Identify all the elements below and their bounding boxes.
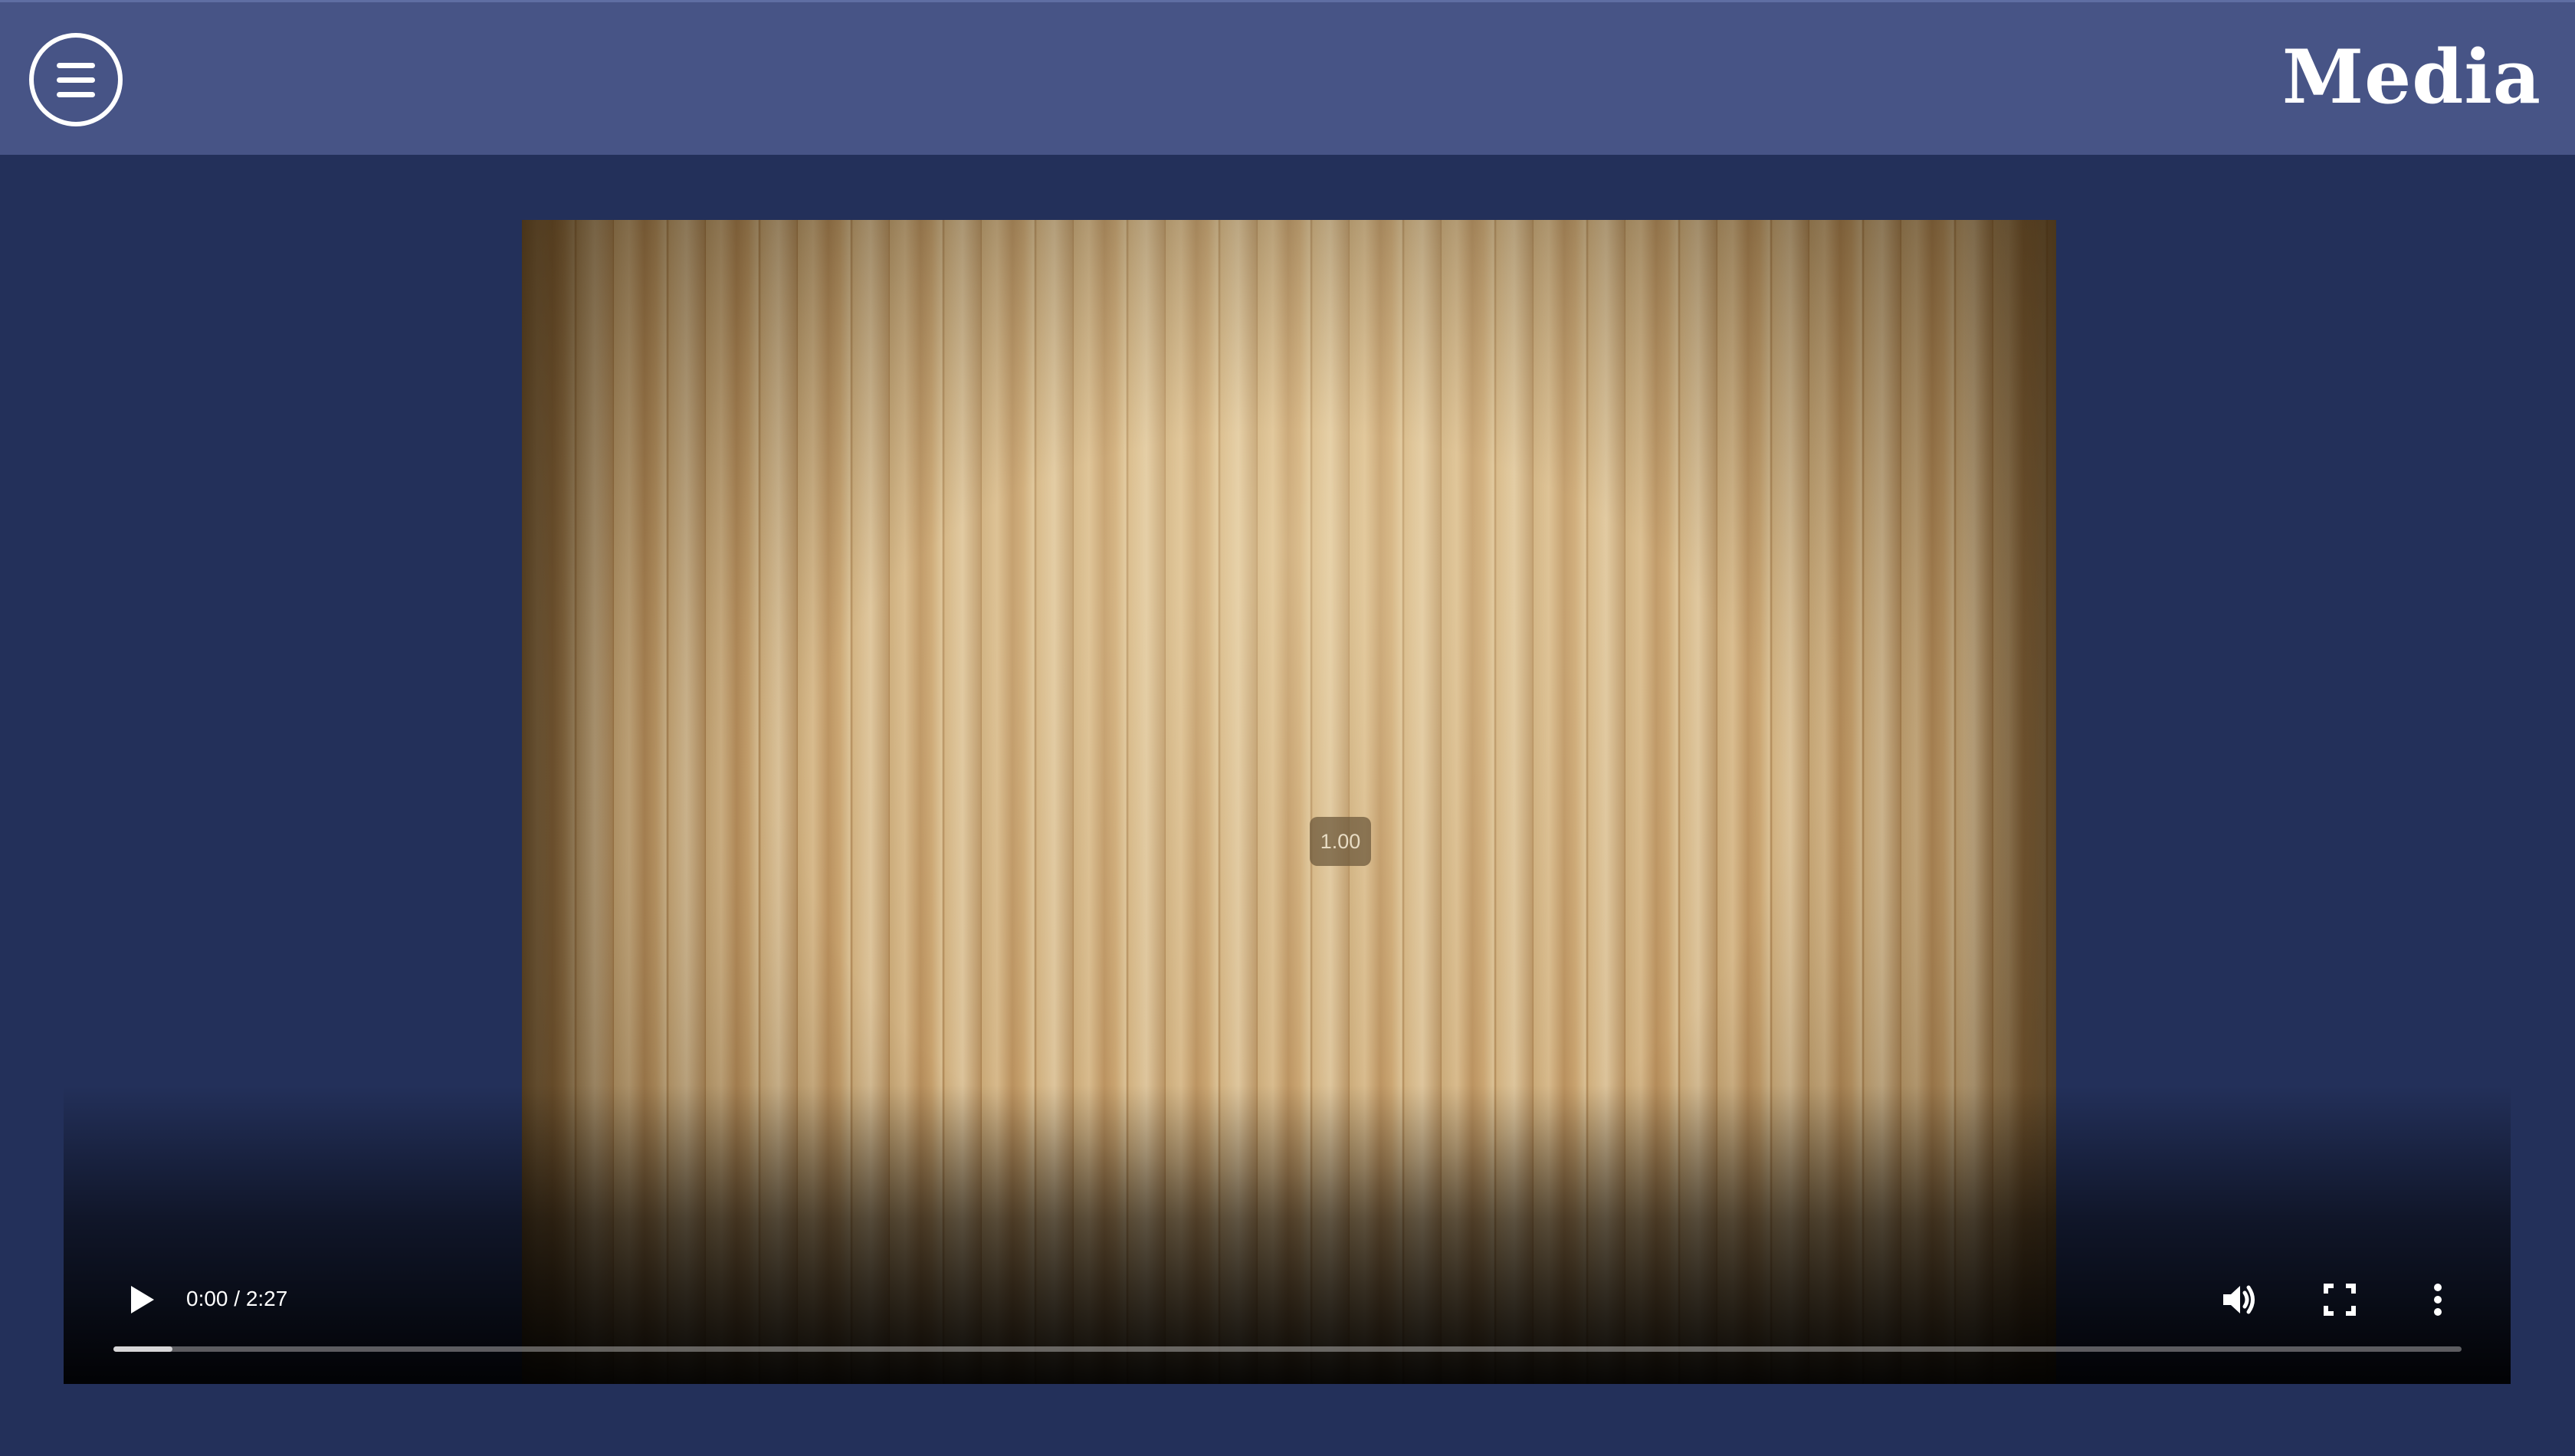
hamburger-menu-icon: [57, 63, 95, 68]
video-player[interactable]: 1.00 0:00 / 2:27: [64, 220, 2511, 1384]
fullscreen-icon: [2324, 1284, 2356, 1316]
more-options-button[interactable]: [2415, 1277, 2461, 1323]
volume-button[interactable]: [2217, 1277, 2263, 1323]
playback-speed-badge: 1.00: [1310, 817, 1371, 866]
progress-bar[interactable]: [113, 1346, 2462, 1352]
hamburger-bar: [57, 77, 95, 83]
fullscreen-button[interactable]: [2317, 1277, 2363, 1323]
play-icon: [131, 1286, 154, 1313]
volume-icon: [2223, 1285, 2255, 1314]
controls-gradient: [64, 1085, 2511, 1384]
play-button[interactable]: [117, 1277, 163, 1323]
hamburger-bar: [57, 92, 95, 97]
app-header: Media: [0, 0, 2575, 155]
page-title: Media: [2281, 34, 2541, 120]
time-display: 0:00 / 2:27: [186, 1287, 288, 1310]
more-options-icon: [2434, 1284, 2442, 1316]
progress-buffered: [113, 1346, 172, 1352]
menu-button[interactable]: [29, 33, 123, 126]
